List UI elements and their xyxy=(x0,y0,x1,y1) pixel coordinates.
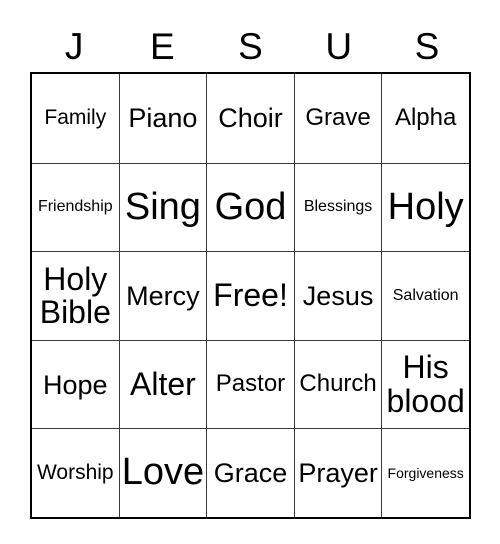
bingo-cell[interactable]: Jesus xyxy=(293,251,382,340)
bingo-cell-label: Mercy xyxy=(126,280,200,311)
bingo-cell[interactable]: Blessings xyxy=(293,162,382,252)
bingo-row: Family Piano Choir Grave Alpha xyxy=(32,74,469,163)
bingo-cell[interactable]: Alpha xyxy=(381,74,469,163)
bingo-cell[interactable]: Choir xyxy=(206,74,294,163)
bingo-cell-label: Worship xyxy=(36,461,114,485)
bingo-cell-label: Choir xyxy=(218,103,283,134)
bingo-cell-label: Blessings xyxy=(303,198,373,216)
bingo-cell-label: God xyxy=(214,185,287,228)
bingo-cell-label: Grace xyxy=(213,458,288,489)
bingo-cell[interactable]: Holy Bible xyxy=(32,251,119,340)
bingo-cell-label: Friendship xyxy=(37,198,113,216)
bingo-cell-label: Sing xyxy=(124,185,201,228)
bingo-cell-label: Piano xyxy=(128,103,198,134)
header-letter-1: J xyxy=(64,25,84,67)
bingo-cell[interactable]: Friendship xyxy=(32,162,119,252)
bingo-cell-label: His blood xyxy=(386,349,465,419)
bingo-row: Friendship Sing God Blessings Holy xyxy=(32,162,469,252)
bingo-cell[interactable]: Sing xyxy=(118,162,207,252)
bingo-card: J E S U S Family Piano Choir Grave Alpha… xyxy=(30,20,471,519)
bingo-cell[interactable]: Piano xyxy=(118,74,207,163)
bingo-cell[interactable]: Salvation xyxy=(381,251,469,340)
bingo-cell[interactable]: Grave xyxy=(293,74,382,163)
bingo-cell[interactable]: Family xyxy=(32,74,119,163)
bingo-row: Holy Bible Mercy Free! Jesus Salvation xyxy=(32,251,469,340)
bingo-cell-label: Holy Bible xyxy=(39,260,111,330)
bingo-cell[interactable]: Worship xyxy=(32,428,119,517)
bingo-row: Hope Alter Pastor Church His blood xyxy=(32,339,469,429)
bingo-cell-label: Holy xyxy=(387,185,464,228)
bingo-cell-label: Prayer xyxy=(298,458,378,489)
bingo-cell[interactable]: Alter xyxy=(118,339,207,429)
bingo-grid: Family Piano Choir Grave Alpha Friendshi… xyxy=(30,72,471,519)
bingo-cell-label: Love xyxy=(121,451,205,494)
bingo-cell-label: Grave xyxy=(305,103,371,131)
bingo-cell-label: Family xyxy=(44,106,107,130)
bingo-cell[interactable]: His blood xyxy=(381,339,469,429)
bingo-cell-label: Free! xyxy=(213,277,288,314)
bingo-cell[interactable]: Hope xyxy=(32,339,119,429)
bingo-cell-label: Hope xyxy=(43,369,108,400)
bingo-cell[interactable]: Pastor xyxy=(206,339,294,429)
bingo-cell[interactable]: Holy xyxy=(381,162,469,252)
bingo-cell-free[interactable]: Free! xyxy=(206,251,294,340)
bingo-cell[interactable]: Love xyxy=(118,428,207,517)
bingo-cell-label: Alpha xyxy=(394,103,457,131)
bingo-row: Worship Love Grace Prayer Forgiveness xyxy=(32,428,469,517)
bingo-cell[interactable]: Mercy xyxy=(118,251,207,340)
bingo-cell-label: Jesus xyxy=(302,280,374,311)
header-letter-2: E xyxy=(149,25,175,67)
bingo-card-header: J E S U S xyxy=(30,20,471,72)
bingo-cell[interactable]: Forgiveness xyxy=(381,428,469,517)
bingo-cell-label: Forgiveness xyxy=(387,464,464,481)
bingo-cell[interactable]: Prayer xyxy=(293,428,382,517)
bingo-cell-label: Salvation xyxy=(392,286,459,304)
bingo-cell-label: Alter xyxy=(129,365,196,402)
bingo-cell-label: Pastor xyxy=(215,370,286,398)
bingo-cell[interactable]: God xyxy=(206,162,294,252)
bingo-cell[interactable]: Grace xyxy=(206,428,294,517)
header-letter-5: S xyxy=(414,25,440,67)
header-letter-4: U xyxy=(325,25,353,67)
header-letter-3: S xyxy=(238,25,263,67)
bingo-cell[interactable]: Church xyxy=(293,339,382,429)
bingo-cell-label: Church xyxy=(299,370,377,398)
